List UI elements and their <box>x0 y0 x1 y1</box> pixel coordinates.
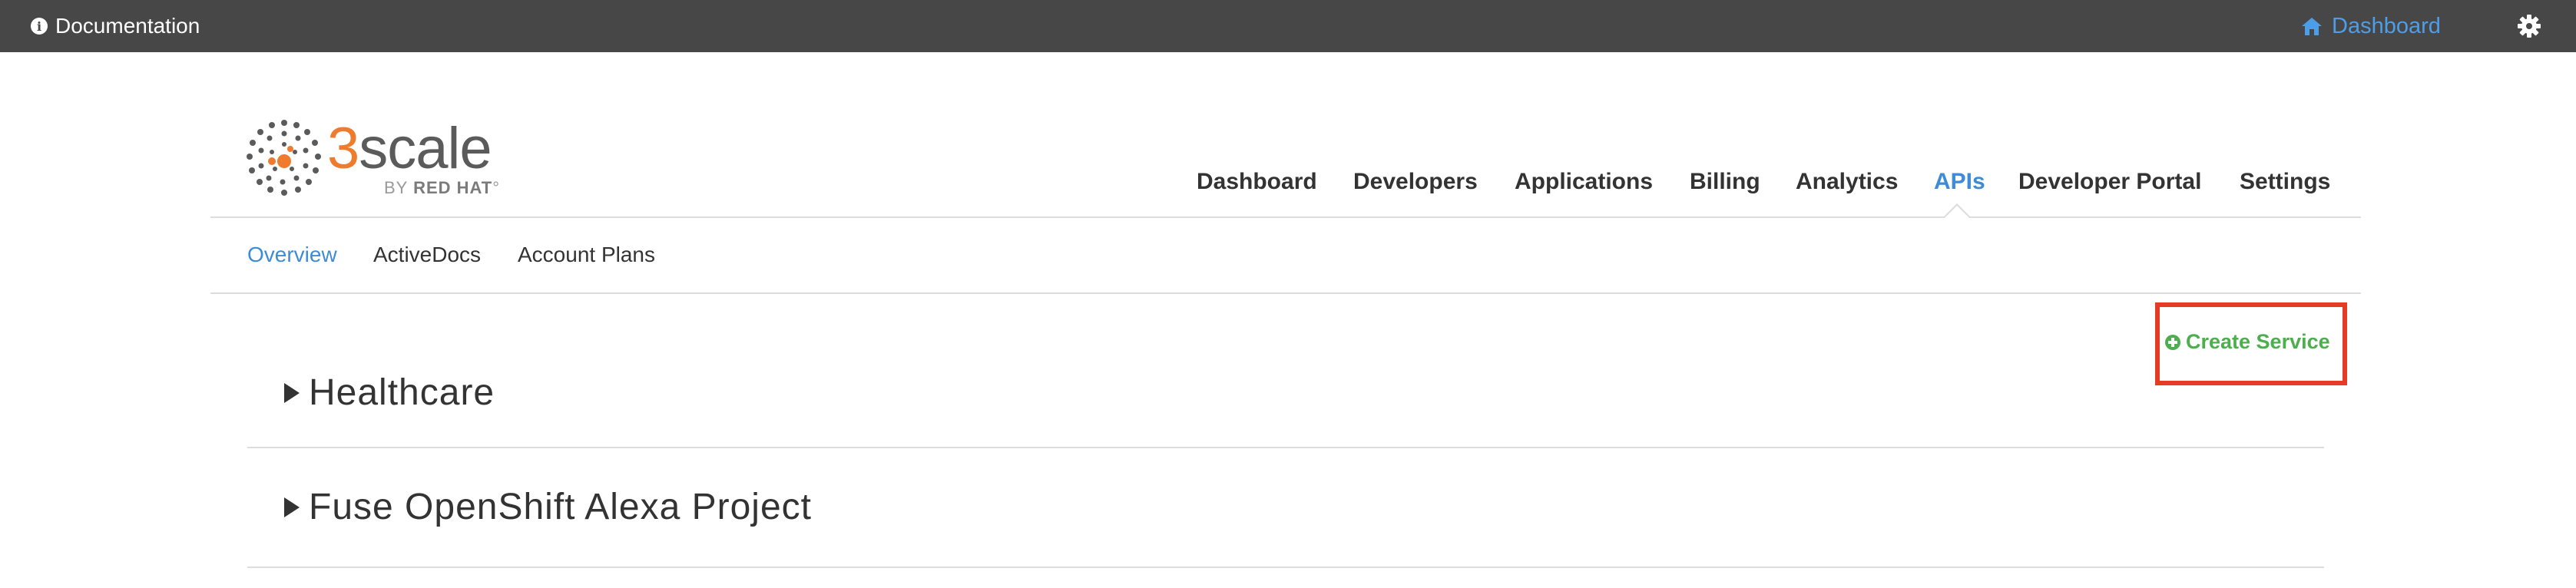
service-name: Fuse OpenShift Alexa Project <box>309 487 812 527</box>
logo-tagline: BY RED HAT° <box>384 178 501 197</box>
dashboard-link[interactable]: Dashboard <box>2301 0 2441 52</box>
nav-analytics[interactable]: Analytics <box>1796 169 1898 195</box>
main-nav-divider <box>210 216 2361 218</box>
subnav-overview[interactable]: Overview <box>247 243 337 267</box>
nav-settings[interactable]: Settings <box>2240 169 2330 195</box>
nav-developers[interactable]: Developers <box>1353 169 1478 195</box>
plus-circle-icon <box>2165 334 2180 350</box>
documentation-label: Documentation <box>55 14 200 38</box>
active-nav-caret <box>1944 203 1970 230</box>
subnav-account-plans[interactable]: Account Plans <box>518 243 655 267</box>
subnav-activedocs[interactable]: ActiveDocs <box>373 243 481 267</box>
caret-right-icon <box>284 497 300 517</box>
service-row: Fuse OpenShift Alexa Project <box>247 484 2324 568</box>
dashboard-label: Dashboard <box>2332 13 2441 38</box>
sub-nav-divider <box>210 292 2361 294</box>
nav-apis[interactable]: APIs <box>1934 169 1985 195</box>
service-toggle-fuse-openshift-alexa[interactable]: Fuse OpenShift Alexa Project <box>284 486 812 528</box>
caret-right-icon <box>284 382 300 403</box>
service-name: Healthcare <box>309 372 495 413</box>
gear-icon[interactable] <box>2518 15 2541 38</box>
nav-dashboard[interactable]: Dashboard <box>1197 169 1317 195</box>
documentation-link[interactable]: i Documentation <box>31 0 200 52</box>
top-bar: i Documentation Dashboard <box>0 0 2576 52</box>
service-row: Healthcare <box>247 364 2324 448</box>
home-icon <box>2302 18 2322 35</box>
create-service-button[interactable]: Create Service <box>2164 330 2330 354</box>
service-toggle-healthcare[interactable]: Healthcare <box>284 372 495 414</box>
nav-developer-portal[interactable]: Developer Portal <box>2018 169 2201 195</box>
logo-mark-icon <box>247 120 321 196</box>
logo-wordmark: 3scale <box>327 116 492 181</box>
create-service-label: Create Service <box>2186 330 2330 353</box>
nav-applications[interactable]: Applications <box>1515 169 1653 195</box>
nav-billing[interactable]: Billing <box>1690 169 1760 195</box>
info-icon: i <box>31 18 48 35</box>
brand-logo[interactable]: 3scale BY RED HAT° <box>244 115 513 200</box>
